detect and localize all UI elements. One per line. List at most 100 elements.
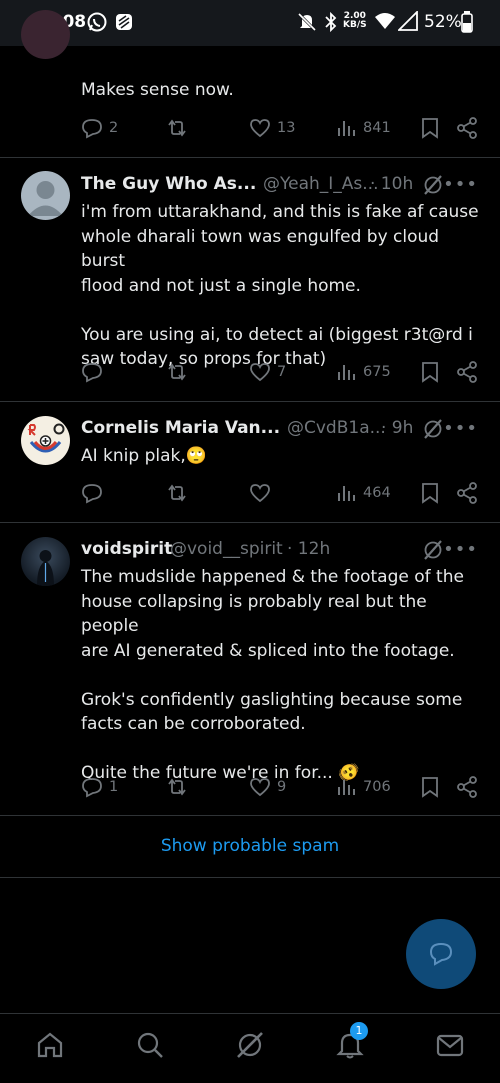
views-button[interactable]: 841 [335, 117, 391, 139]
like-count: 7 [277, 364, 287, 380]
bookmark-button[interactable] [420, 776, 440, 798]
share-icon [457, 482, 477, 504]
bookmark-button[interactable] [420, 482, 440, 504]
post[interactable]: Cornelis Maria Van... @CvdB1a... · 9h ••… [0, 402, 500, 523]
like-icon [250, 119, 270, 138]
grok-icon[interactable] [422, 539, 444, 561]
reply-button[interactable]: 1 [81, 776, 118, 798]
reply-button[interactable] [81, 482, 109, 504]
home-icon [37, 1032, 63, 1058]
messages-icon [436, 1034, 464, 1057]
repost-icon [168, 484, 186, 502]
author-name[interactable]: voidspirit [81, 539, 172, 559]
repost-button[interactable] [165, 482, 195, 504]
nav-messages[interactable] [435, 1030, 465, 1064]
reply-count: 1 [109, 779, 119, 795]
view-count: 706 [363, 779, 391, 795]
avatar[interactable] [21, 537, 70, 586]
avatar[interactable] [21, 416, 70, 465]
views-icon [338, 780, 355, 795]
views-button[interactable]: 464 [335, 482, 391, 504]
probable-spam-row: Show probable spam [0, 816, 500, 878]
post-time: · 9h [381, 418, 414, 438]
compose-button[interactable] [406, 919, 476, 989]
bookmark-icon [422, 118, 438, 139]
post-header: The Guy Who As... @Yeah_I_As... · 10h ••… [81, 174, 500, 200]
share-icon [457, 117, 477, 139]
like-button[interactable]: 13 [249, 117, 295, 139]
bookmark-icon [422, 483, 438, 504]
more-icon[interactable]: ••• [443, 174, 478, 195]
reply-icon [82, 484, 102, 504]
nav-search[interactable] [135, 1030, 165, 1064]
mute-icon [297, 12, 317, 32]
like-button[interactable] [249, 482, 277, 504]
search-icon [137, 1032, 163, 1058]
repost-button[interactable] [165, 117, 195, 139]
post-actions: 464 [81, 482, 500, 508]
view-count: 464 [363, 485, 391, 501]
like-count: 9 [277, 779, 287, 795]
more-icon[interactable]: ••• [443, 539, 478, 560]
repost-icon [168, 778, 186, 796]
author-name[interactable]: Cornelis Maria Van... [81, 418, 280, 438]
share-button[interactable] [456, 776, 478, 798]
like-button[interactable]: 7 [249, 361, 286, 383]
like-icon [250, 363, 270, 382]
author-handle[interactable]: @Yeah_I_As... [263, 174, 379, 194]
status-bar: 15:08 2.00 KB/S 52% [0, 0, 500, 46]
battery-percent: 52% [424, 12, 462, 32]
share-icon [457, 776, 477, 798]
repost-button[interactable] [165, 776, 195, 798]
like-icon [250, 778, 270, 797]
reply-count: 2 [109, 120, 119, 136]
post-text: AI knip plak,🙄 [81, 446, 207, 466]
share-button[interactable] [456, 482, 478, 504]
bookmark-button[interactable] [420, 117, 440, 139]
repost-button[interactable] [165, 361, 195, 383]
notification-badge: 1 [350, 1022, 368, 1040]
grok-icon[interactable] [422, 174, 444, 196]
views-icon [338, 486, 355, 501]
reply-icon [82, 119, 102, 139]
post-actions: 1 9 706 [81, 776, 500, 802]
like-count: 13 [277, 120, 296, 136]
post[interactable]: The Guy Who As... @Yeah_I_As... · 10h ••… [0, 158, 500, 402]
nav-grok[interactable] [235, 1030, 265, 1064]
bookmark-button[interactable] [420, 361, 440, 383]
views-icon [338, 365, 355, 380]
avatar[interactable] [21, 171, 70, 220]
reply-button[interactable] [81, 361, 109, 383]
bluetooth-icon [325, 11, 337, 33]
reply-button[interactable]: 2 [81, 117, 118, 139]
post-actions: 7 675 [81, 361, 500, 387]
show-probable-spam-link[interactable]: Show probable spam [161, 836, 339, 856]
views-button[interactable]: 706 [335, 776, 391, 798]
default-avatar-icon [28, 181, 63, 216]
post-time: · 10h [370, 174, 414, 194]
post-text: i'm from uttarakhand, and this is fake a… [81, 202, 479, 369]
reply-icon [82, 778, 102, 798]
like-button[interactable]: 9 [249, 776, 286, 798]
post-time: · 12h [287, 539, 331, 559]
grok-icon[interactable] [422, 418, 444, 440]
post-text: Makes sense now. [81, 80, 234, 100]
avatar-logo-icon [21, 416, 70, 465]
repost-icon [168, 119, 186, 137]
author-name[interactable]: The Guy Who As... [81, 174, 256, 194]
more-icon[interactable]: ••• [443, 418, 478, 439]
repost-icon [168, 363, 186, 381]
views-button[interactable]: 675 [335, 361, 391, 383]
reply-icon [82, 363, 102, 383]
author-handle[interactable]: @CvdB1a... [287, 418, 386, 438]
share-button[interactable] [456, 361, 478, 383]
author-handle[interactable]: @void__spirit [170, 539, 283, 559]
compose-icon [429, 942, 453, 966]
post-partial[interactable]: Makes sense now. 2 13 841 [0, 10, 500, 158]
post-header: voidspirit @void__spirit · 12h ••• [81, 539, 500, 565]
share-button[interactable] [456, 117, 478, 139]
like-icon [250, 484, 270, 503]
nav-home[interactable] [35, 1030, 65, 1064]
post[interactable]: voidspirit @void__spirit · 12h ••• The m… [0, 523, 500, 816]
avatar[interactable] [21, 10, 70, 59]
